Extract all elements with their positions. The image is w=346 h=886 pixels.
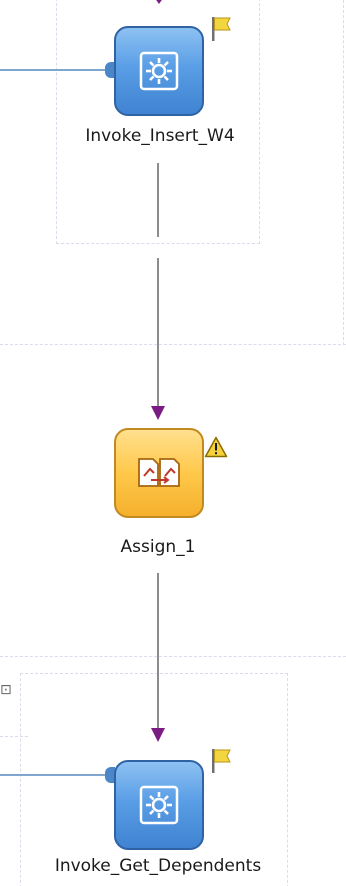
node-label-invoke-get-dependents: Invoke_Get_Dependents — [54, 856, 262, 876]
assign-copy-icon — [138, 458, 180, 487]
flow-arrowhead-1 — [151, 406, 165, 420]
sequence-divider-top — [0, 344, 346, 345]
gear-icon — [139, 785, 179, 825]
incoming-arrowhead-top — [152, 0, 166, 4]
assign-1-node[interactable] — [114, 428, 204, 518]
sequence-divider-bottom — [0, 656, 346, 657]
partner-link-connector — [0, 69, 106, 71]
invoke-get-dependents-node[interactable] — [114, 760, 204, 850]
bpel-process-canvas: ⊡ Invoke_Insert_W4 Assign_1 Invoke_Get_D… — [0, 0, 346, 886]
node-label-invoke-insert-w4: Invoke_Insert_W4 — [85, 126, 235, 146]
warning-icon[interactable] — [204, 436, 228, 458]
invoke-insert-w4-node[interactable] — [114, 26, 204, 116]
flow-connector-1-lower — [157, 258, 159, 408]
scope-divider-right-top — [343, 0, 344, 345]
node-label-assign-1: Assign_1 — [120, 537, 196, 557]
flow-arrowhead-2 — [151, 728, 165, 742]
flag-icon[interactable] — [209, 16, 233, 42]
collapsed-scope-edge[interactable]: ⊡ — [0, 682, 12, 698]
partner-link-connector-bottom — [0, 774, 106, 776]
flow-connector-2 — [157, 573, 159, 729]
gear-icon — [139, 51, 179, 91]
flag-icon[interactable] — [209, 748, 233, 774]
partner-lane-line — [0, 736, 28, 737]
flow-connector-1-upper — [157, 163, 159, 237]
